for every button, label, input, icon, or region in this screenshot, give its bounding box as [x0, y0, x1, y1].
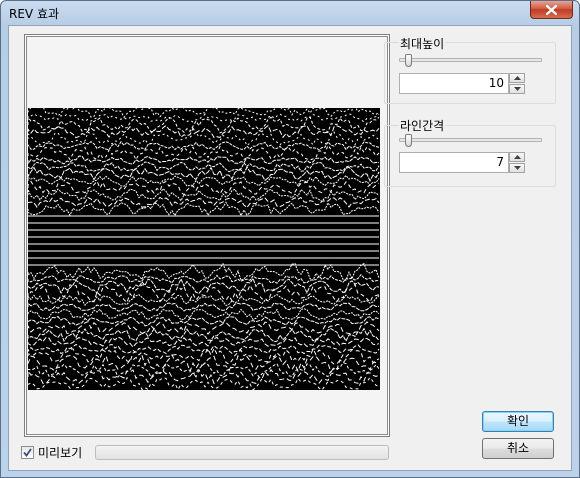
- max-height-label: 최대높이: [399, 35, 446, 52]
- progress-bar: [95, 445, 389, 460]
- max-height-slider-thumb[interactable]: [405, 54, 412, 67]
- cancel-button[interactable]: 취소: [482, 438, 554, 459]
- max-height-spinner[interactable]: [509, 73, 525, 94]
- spin-up-arrow-icon: [513, 155, 521, 159]
- effect-preview-image: [28, 108, 380, 390]
- close-icon: [546, 4, 557, 15]
- checkmark-icon: [23, 447, 32, 457]
- ok-button[interactable]: 확인: [482, 411, 554, 432]
- max-height-input[interactable]: 10: [399, 73, 509, 94]
- line-spacing-increment-button[interactable]: [509, 152, 525, 162]
- title-bar[interactable]: REV 효과: [1, 1, 579, 25]
- preview-checkbox[interactable]: [21, 445, 34, 459]
- window-title: REV 효과: [9, 7, 60, 21]
- spin-down-arrow-icon: [513, 87, 521, 91]
- preview-toggle[interactable]: 미리보기: [21, 444, 82, 460]
- line-spacing-slider-track[interactable]: [399, 138, 542, 142]
- line-spacing-input[interactable]: 7: [399, 152, 509, 173]
- preview-panel: [24, 34, 390, 437]
- max-height-increment-button[interactable]: [509, 73, 525, 83]
- line-spacing-decrement-button[interactable]: [509, 163, 525, 173]
- max-height-decrement-button[interactable]: [509, 84, 525, 94]
- max-height-slider-track[interactable]: [399, 58, 542, 62]
- dialog-window: REV 효과 미리보기 최대높이 10 라인간격 7 확인 취소: [0, 0, 580, 478]
- close-button[interactable]: [530, 1, 573, 19]
- line-spacing-spinner[interactable]: [509, 152, 525, 173]
- line-spacing-label: 라인간격: [399, 117, 446, 134]
- spin-down-arrow-icon: [513, 166, 521, 170]
- spin-up-arrow-icon: [513, 76, 521, 80]
- line-spacing-slider-thumb[interactable]: [405, 134, 412, 147]
- preview-checkbox-label: 미리보기: [38, 445, 83, 460]
